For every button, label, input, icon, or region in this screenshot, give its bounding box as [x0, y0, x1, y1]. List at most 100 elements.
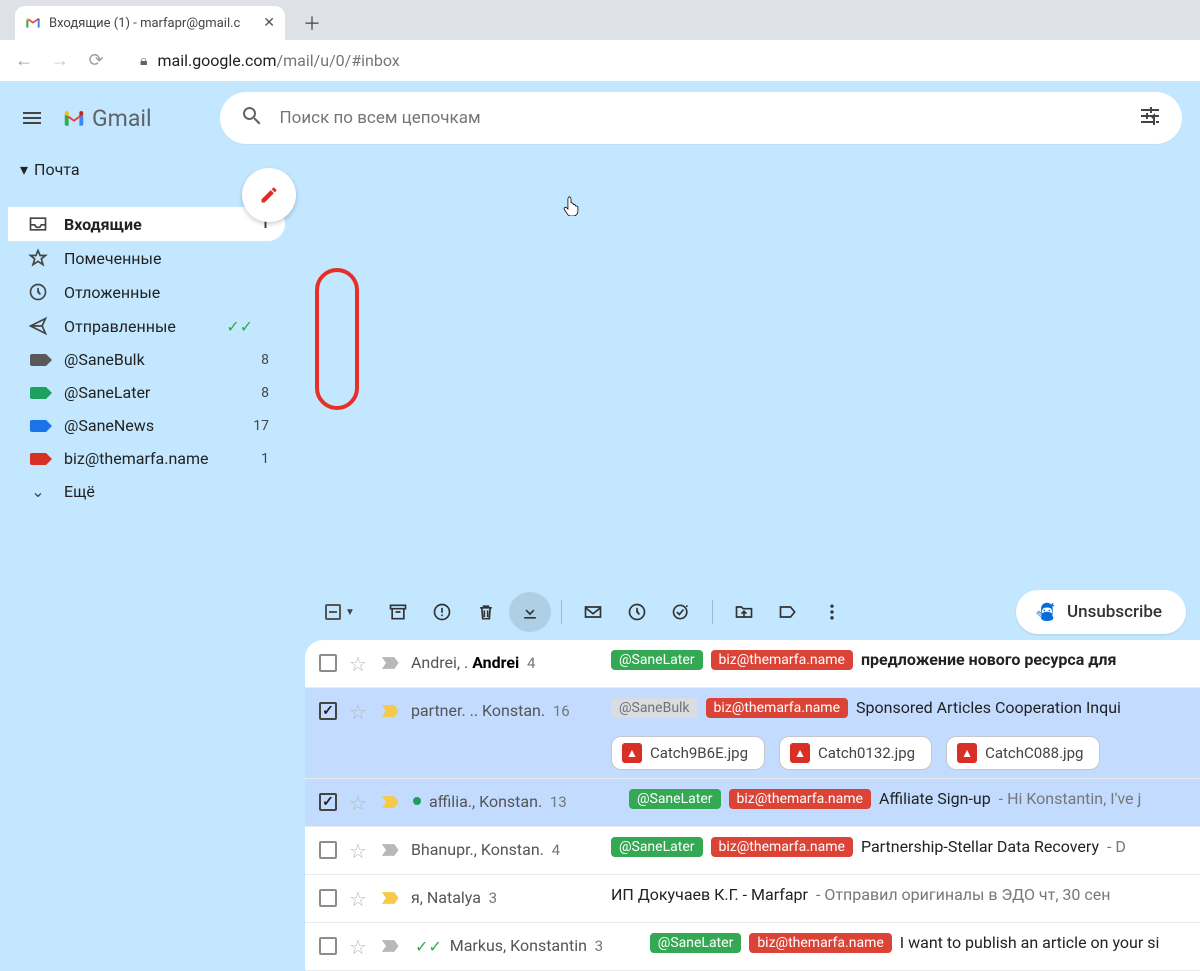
attachment-name: CatchC088.jpg — [985, 744, 1083, 762]
email-row[interactable]: ☆ ✓✓ Markus, Konstantin 3 @SaneLaterbiz@… — [305, 923, 1200, 971]
row-checkbox[interactable] — [319, 793, 337, 811]
subject-text: I want to publish an article on your si — [900, 933, 1160, 952]
importance-icon[interactable] — [381, 702, 401, 720]
compose-button[interactable] — [242, 168, 296, 222]
sidebar-item-3[interactable]: Отправленные✓✓ — [8, 309, 285, 343]
tag-icon: .x5::after{border-left:6px solid #1ba261… — [28, 387, 48, 399]
row-checkbox[interactable] — [319, 937, 337, 955]
importance-icon[interactable] — [381, 793, 401, 811]
address-bar-row: ← → ⟳ 🔒︎ mail.google.com/mail/u/0/#inbox — [0, 40, 1200, 82]
sidebar-item-0[interactable]: Входящие1 — [8, 207, 285, 241]
tag-icon: .x6::after{border-left:6px solid #1a73e8… — [28, 420, 48, 432]
sidebar-item-1[interactable]: Помеченные — [8, 241, 285, 275]
more-actions-button[interactable] — [811, 592, 853, 632]
importance-icon[interactable] — [381, 654, 401, 672]
attachment-chip[interactable]: ▲ Catch0132.jpg — [779, 736, 932, 770]
email-row[interactable]: ☆ affilia., Konstan. 13 @SaneLaterbiz@th… — [305, 779, 1200, 827]
sidebar-item-label: @SaneLater — [64, 383, 245, 402]
attachment-chip[interactable]: ▲Catch9B6E.jpg — [611, 736, 765, 770]
email-label[interactable]: biz@themarfa.name — [729, 789, 871, 809]
thread-count: 16 — [549, 702, 570, 720]
unsubscribe-button[interactable]: 🥷︎ Unsubscribe — [1016, 590, 1186, 634]
url-host: mail.google.com — [157, 51, 276, 70]
star-icon[interactable]: ☆ — [349, 652, 367, 676]
move-to-button[interactable] — [723, 592, 765, 632]
sidebar-more[interactable]: ⌄ Ещё — [8, 475, 285, 508]
email-list: ☆ Andrei, . Andrei 4 @SaneLaterbiz@thema… — [305, 640, 1200, 971]
row-checkbox[interactable] — [319, 654, 337, 672]
row-checkbox[interactable] — [319, 889, 337, 907]
product-name: Gmail — [92, 105, 152, 132]
delete-button[interactable] — [465, 592, 507, 632]
add-task-button[interactable] — [660, 592, 702, 632]
sidebar-item-4[interactable]: .x4::after{border-left:6px solid #595959… — [8, 343, 285, 376]
url-path: /mail/u/0/#inbox — [277, 51, 400, 70]
archive-button[interactable] — [377, 592, 419, 632]
image-icon: ▲ — [790, 743, 810, 763]
email-label[interactable]: biz@themarfa.name — [711, 650, 853, 670]
star-icon[interactable]: ☆ — [349, 839, 367, 863]
forward-icon: → — [48, 50, 72, 71]
caret-down-icon: ▾ — [20, 160, 28, 179]
lock-icon: 🔒︎ — [140, 53, 147, 69]
star-icon[interactable]: ☆ — [349, 887, 367, 911]
sidebar-item-label: Помеченные — [64, 249, 253, 268]
section-label: Почта — [34, 160, 80, 179]
select-all-checkbox[interactable]: ▼ — [319, 592, 361, 632]
labels-button[interactable] — [767, 592, 809, 632]
email-row[interactable]: ☆ Andrei, . Andrei 4 @SaneLaterbiz@thema… — [305, 640, 1200, 688]
importance-icon[interactable] — [381, 889, 401, 907]
email-label[interactable]: @SaneLater — [611, 650, 703, 670]
sidebar-item-2[interactable]: Отложенные — [8, 275, 285, 309]
sidebar-item-5[interactable]: .x5::after{border-left:6px solid #1ba261… — [8, 376, 285, 409]
back-icon[interactable]: ← — [12, 50, 36, 71]
star-icon[interactable]: ☆ — [349, 935, 367, 959]
sidebar-item-count: 1 — [261, 451, 269, 467]
main-menu-button[interactable] — [8, 94, 56, 142]
email-label[interactable]: biz@themarfa.name — [749, 933, 891, 953]
email-label[interactable]: @SaneLater — [611, 837, 703, 857]
tag-icon: .x4::after{border-left:6px solid #595959… — [28, 354, 48, 366]
email-row[interactable]: ☆ Bhanupr., Konstan. 4 @SaneLaterbiz@the… — [305, 827, 1200, 875]
download-button[interactable] — [509, 592, 551, 632]
importance-icon[interactable] — [381, 937, 401, 955]
email-row[interactable]: ☆ partner. .. Konstan. 16 @SaneBulkbiz@t… — [305, 688, 1200, 779]
attachment-name: Catch0132.jpg — [818, 744, 915, 762]
row-checkbox[interactable] — [319, 841, 337, 859]
address-bar[interactable]: 🔒︎ mail.google.com/mail/u/0/#inbox — [120, 51, 400, 70]
sender-text: Markus, Konstantin 3 — [450, 936, 650, 955]
email-label[interactable]: @SaneLater — [629, 789, 721, 809]
browser-tab[interactable]: Входящие (1) - marfapr@gmail.c ✕ — [15, 6, 285, 40]
subject-text: предложение нового ресурса для — [861, 650, 1116, 669]
search-options-icon[interactable] — [1138, 104, 1162, 133]
browser-tabstrip: Входящие (1) - marfapr@gmail.c ✕ ＋ — [0, 0, 1200, 40]
reload-icon[interactable]: ⟳ — [84, 50, 108, 71]
mark-unread-button[interactable] — [572, 592, 614, 632]
more-label: Ещё — [64, 482, 269, 501]
sidebar-item-7[interactable]: .x7::after{border-left:6px solid #d93025… — [8, 442, 285, 475]
thread-count: 3 — [591, 937, 603, 955]
search-input[interactable] — [280, 108, 1122, 128]
email-label[interactable]: biz@themarfa.name — [706, 698, 848, 718]
importance-icon[interactable] — [381, 841, 401, 859]
email-label[interactable]: @SaneLater — [650, 933, 742, 953]
star-icon — [28, 248, 48, 268]
email-label[interactable]: biz@themarfa.name — [711, 837, 853, 857]
snooze-button[interactable] — [616, 592, 658, 632]
gmail-logo[interactable]: Gmail — [64, 105, 152, 132]
inbox-icon — [28, 214, 48, 234]
star-icon[interactable]: ☆ — [349, 700, 367, 724]
email-label[interactable]: @SaneBulk — [611, 698, 698, 718]
star-icon[interactable]: ☆ — [349, 791, 367, 815]
email-row[interactable]: ☆ я, Natalya 3 ИП Докучаев К.Г. - Marfap… — [305, 875, 1200, 923]
row-checkbox[interactable] — [319, 702, 337, 720]
attachment-chip[interactable]: ▲CatchC088.jpg — [946, 736, 1100, 770]
spam-button[interactable] — [421, 592, 463, 632]
search-bar[interactable] — [220, 92, 1182, 144]
subject-text: Partnership-Stellar Data Recovery — [861, 837, 1099, 856]
tab-close-icon[interactable]: ✕ — [263, 15, 275, 31]
sidebar-item-label: biz@themarfa.name — [64, 449, 245, 468]
new-tab-button[interactable]: ＋ — [297, 8, 327, 38]
image-icon: ▲ — [622, 743, 642, 763]
sidebar-item-6[interactable]: .x6::after{border-left:6px solid #1a73e8… — [8, 409, 285, 442]
